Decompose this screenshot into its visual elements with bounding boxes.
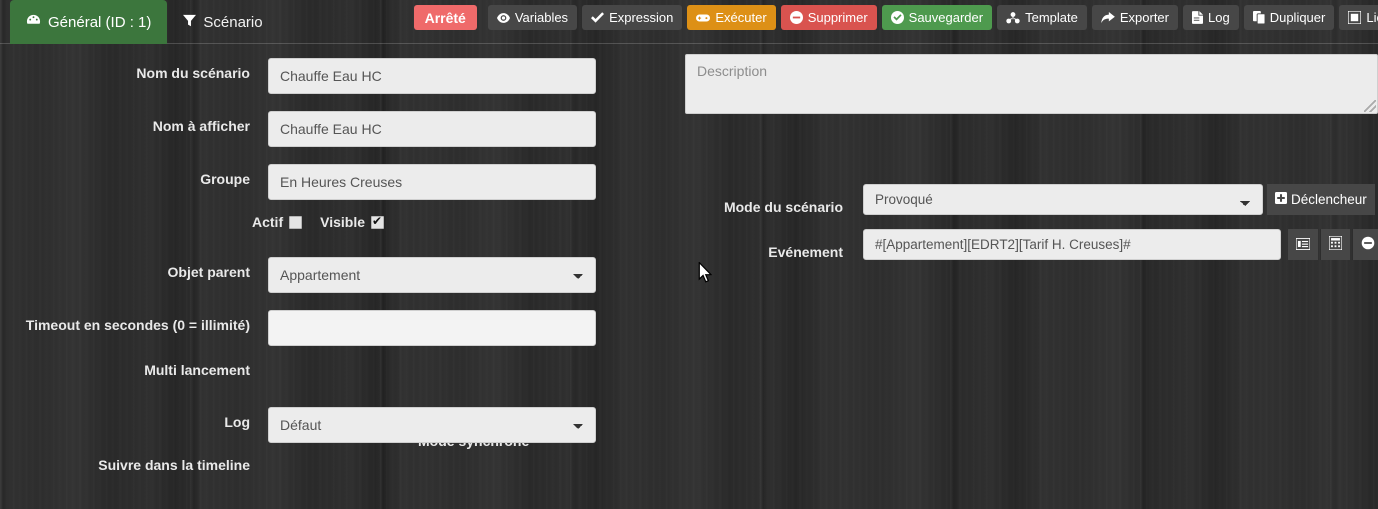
save-button[interactable]: Sauvegarder xyxy=(881,5,993,30)
event-calculator-button[interactable] xyxy=(1320,229,1350,260)
duplicate-button-label: Dupliquer xyxy=(1269,10,1326,25)
delete-button-label: Supprimer xyxy=(807,10,868,25)
display-name-label: Nom à afficher xyxy=(152,118,250,134)
event-list-button[interactable] xyxy=(1288,229,1318,260)
scenario-mode-select[interactable]: Provoqué xyxy=(863,184,1263,215)
calculator-icon xyxy=(1328,235,1343,253)
timeout-label: Timeout en secondes (0 = illimité) xyxy=(25,317,250,333)
tab-scenario-label: Scénario xyxy=(203,13,263,31)
timeline-label: Suivre dans la timeline xyxy=(98,457,250,473)
export-button[interactable]: Exporter xyxy=(1091,5,1178,30)
delete-button[interactable]: Supprimer xyxy=(780,5,877,30)
execute-button-label: Exécuter xyxy=(715,10,767,25)
links-button-label: Liens xyxy=(1366,10,1378,25)
minus-circle-icon xyxy=(789,11,803,24)
action-buttons: Arrêté Variables Expression Exécuter Sup… xyxy=(413,0,1378,30)
eye-icon xyxy=(496,12,510,24)
save-button-label: Sauvegarder xyxy=(908,10,984,25)
timeout-input[interactable] xyxy=(268,310,596,346)
active-label: Actif xyxy=(252,214,284,230)
expression-button[interactable]: Expression xyxy=(582,5,683,30)
check-circle-icon xyxy=(890,11,904,24)
check-icon xyxy=(591,12,605,23)
expression-button-label: Expression xyxy=(609,10,674,25)
plus-square-icon xyxy=(1275,192,1287,207)
filter-icon xyxy=(183,14,197,31)
export-button-label: Exporter xyxy=(1119,10,1169,25)
tab-scenario[interactable]: Scénario xyxy=(167,0,278,44)
execute-button[interactable]: Exécuter xyxy=(687,5,776,30)
visible-label: Visible xyxy=(320,214,366,230)
display-name-input[interactable] xyxy=(268,111,596,147)
top-toolbar: Général (ID : 1) Scénario Arrêté Variabl… xyxy=(0,0,1378,44)
description-textarea[interactable] xyxy=(685,54,1378,114)
event-label: Evénement xyxy=(768,244,843,260)
scenario-form: Nom du scénario Nom à afficher Groupe Ac… xyxy=(0,44,1378,509)
file-icon xyxy=(1192,11,1203,24)
parent-object-label: Objet parent xyxy=(167,264,250,280)
tab-bar: Général (ID : 1) Scénario xyxy=(0,0,279,44)
trigger-button[interactable]: Déclencheur xyxy=(1267,184,1375,215)
log-label: Log xyxy=(224,414,250,430)
variables-button[interactable]: Variables xyxy=(487,5,578,30)
list-alt-icon xyxy=(1295,237,1311,253)
scenario-mode-label: Mode du scénario xyxy=(723,199,843,215)
gamepad-icon xyxy=(696,13,711,23)
variables-button-label: Variables xyxy=(514,10,569,25)
trigger-button-label: Déclencheur xyxy=(1291,192,1367,207)
group-label: Groupe xyxy=(200,171,250,187)
minus-circle-icon xyxy=(1361,236,1375,253)
share-icon xyxy=(1101,11,1115,24)
duplicate-button[interactable]: Dupliquer xyxy=(1243,5,1335,30)
scenario-name-input[interactable] xyxy=(268,58,596,94)
active-checkbox[interactable] xyxy=(289,215,303,229)
tab-general-label: Général (ID : 1) xyxy=(48,13,152,31)
multi-launch-label: Multi lancement xyxy=(144,362,250,378)
status-badge: Arrêté xyxy=(413,5,477,30)
template-button-label: Template xyxy=(1025,10,1078,25)
log-button-label: Log xyxy=(1208,10,1230,25)
links-button[interactable]: Liens xyxy=(1339,5,1378,30)
event-input[interactable] xyxy=(863,229,1281,260)
parent-object-select[interactable]: Appartement xyxy=(268,257,596,293)
template-button[interactable]: Template xyxy=(997,5,1087,30)
copy-icon xyxy=(1252,11,1265,24)
event-remove-button[interactable] xyxy=(1352,229,1378,260)
tab-general[interactable]: Général (ID : 1) xyxy=(10,0,168,44)
cubes-icon xyxy=(1006,11,1020,24)
scenario-name-label: Nom du scénario xyxy=(136,65,250,81)
description-wrapper xyxy=(685,54,1378,114)
sitemap-icon xyxy=(1348,11,1362,24)
log-button[interactable]: Log xyxy=(1183,5,1239,30)
group-input[interactable] xyxy=(268,164,596,200)
visible-checkbox[interactable] xyxy=(371,214,385,229)
log-select[interactable]: Défaut xyxy=(268,407,596,443)
dashboard-icon xyxy=(26,13,41,32)
